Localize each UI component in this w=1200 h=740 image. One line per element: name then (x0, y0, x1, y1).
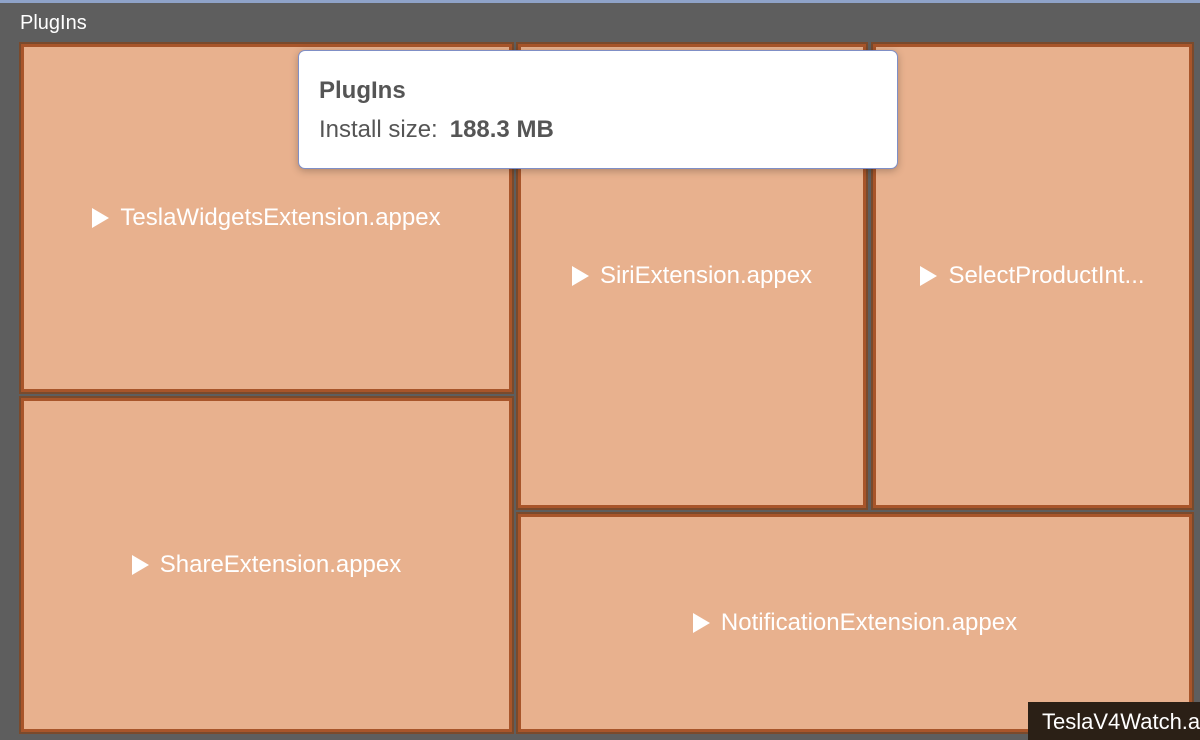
tooltip-install-size: Install size: 188.3 MB (319, 116, 877, 144)
treemap-group-tesla-v4-watch[interactable]: TeslaV4Watch.a (1028, 702, 1200, 740)
triangle-right-icon (692, 613, 710, 633)
tile-share-extension[interactable]: ShareExtension.appex (19, 396, 514, 734)
tile-label-select-product: SelectProductInt... (948, 262, 1145, 289)
install-size-value: 188.3 MB (449, 116, 554, 143)
tile-label-notification: NotificationExtension.appex (720, 609, 1018, 636)
triangle-right-icon (131, 555, 149, 575)
tooltip-title: PlugIns (319, 77, 406, 104)
triangle-right-icon (571, 266, 589, 286)
triangle-right-icon (92, 208, 110, 228)
tile-notification-extension[interactable]: NotificationExtension.appex (516, 512, 1194, 734)
install-size-label: Install size: (319, 116, 438, 143)
treemap-group-title: PlugIns (20, 12, 87, 34)
tile-select-product-intent[interactable]: SelectProductInt... (871, 42, 1194, 510)
tile-label-widgets: TeslaWidgetsExtension.appex (120, 204, 441, 231)
triangle-right-icon (920, 266, 938, 286)
tile-label-share: ShareExtension.appex (159, 551, 402, 578)
size-tooltip: PlugIns Install size: 188.3 MB (298, 50, 898, 169)
tile-label-siri: SiriExtension.appex (599, 262, 813, 289)
neighbor-group-label: TeslaV4Watch.a (1042, 709, 1200, 734)
